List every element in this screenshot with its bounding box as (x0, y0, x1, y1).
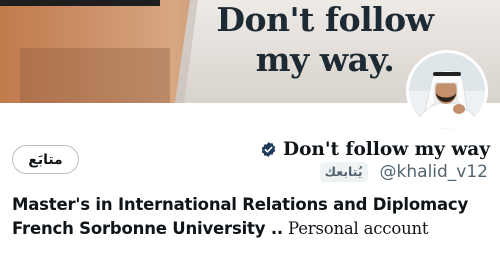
display-name-row: Don't follow my way (260, 137, 490, 161)
bio-line-1: Master's in International Relations and … (12, 195, 469, 214)
display-name: Don't follow my way (283, 138, 490, 160)
follow-button[interactable]: متابَع (12, 145, 79, 174)
profile-bio: Master's in International Relations and … (12, 193, 494, 241)
profile-avatar[interactable] (406, 50, 488, 132)
bio-line-2: French Sorbonne University .. Personal a… (12, 217, 494, 241)
bio-line-2-tail: Personal account (282, 219, 429, 238)
bio-line-2-bold: French Sorbonne University .. (12, 219, 283, 238)
user-handle: @khalid_v12 (379, 162, 488, 182)
handle-row: يُتابعك @khalid_v12 (319, 161, 488, 183)
profile-header: Don't follow my way. متابَع Don't follow… (0, 0, 500, 276)
verified-badge-icon[interactable] (260, 141, 277, 158)
avatar-photo (409, 53, 485, 129)
follows-you-badge: يُتابعك (319, 162, 368, 182)
follow-button-label: متابَع (28, 151, 63, 168)
banner-quote-line1: Don't follow (216, 0, 434, 39)
